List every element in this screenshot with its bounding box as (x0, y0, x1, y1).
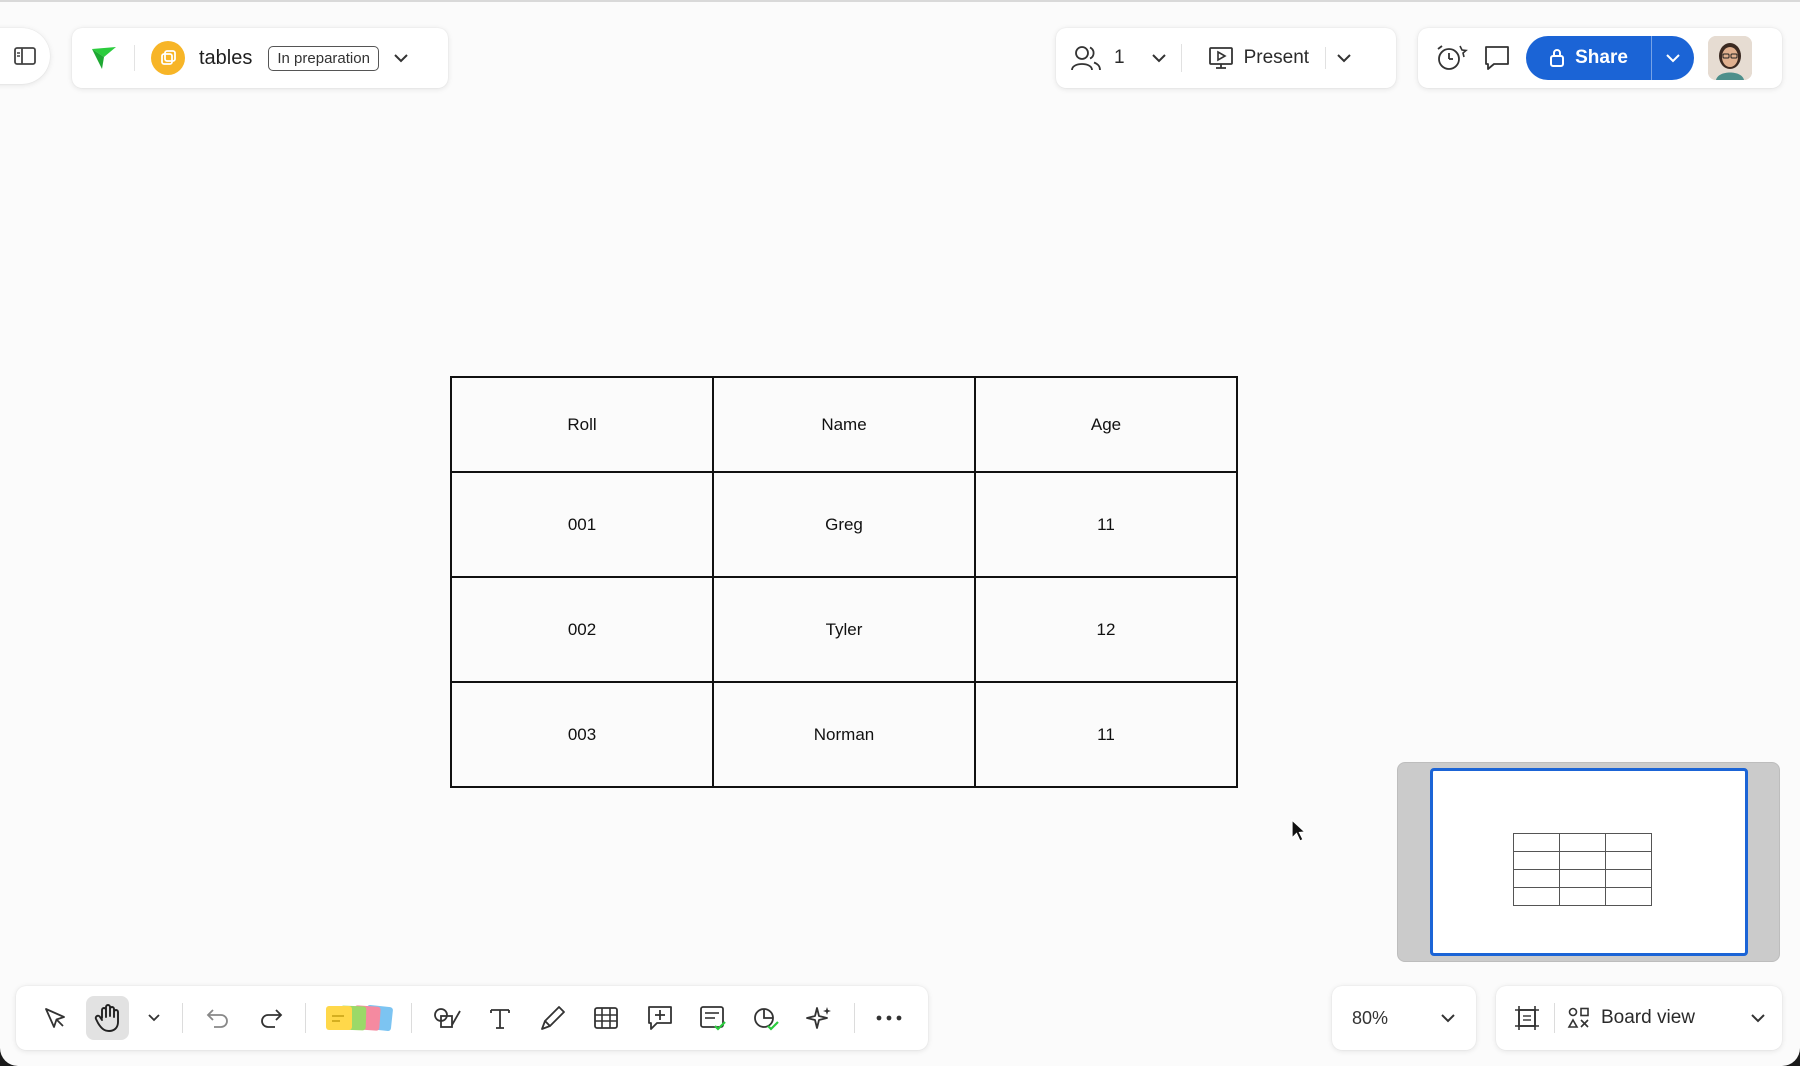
collaborators-button[interactable]: 1 (1070, 44, 1167, 72)
users-icon (1070, 44, 1102, 72)
board-header-panel: tables In preparation (72, 28, 448, 88)
ai-sparkle-icon[interactable] (798, 996, 841, 1040)
sidebar-toggle-button[interactable] (0, 28, 50, 84)
table-cell[interactable]: Norman (712, 681, 976, 788)
minimap-viewport[interactable] (1430, 768, 1748, 956)
user-avatar[interactable] (1708, 36, 1752, 80)
share-label: Share (1575, 47, 1628, 68)
present-icon (1208, 46, 1234, 70)
zoom-level: 80% (1352, 1007, 1389, 1028)
divider (181, 1003, 183, 1033)
divider (305, 1003, 307, 1033)
divider (134, 45, 135, 71)
zoom-panel[interactable]: 80% (1332, 986, 1476, 1050)
chevron-down-icon (1151, 53, 1167, 63)
lock-icon (1549, 48, 1565, 68)
canvas-table[interactable]: Roll Name Age 001 Greg 11 002 Tyler 12 0… (450, 376, 1238, 788)
table-cell[interactable]: 11 (974, 681, 1238, 788)
share-main[interactable]: Share (1526, 36, 1652, 80)
table-cell[interactable]: 12 (974, 576, 1238, 683)
app-logo-icon[interactable] (90, 45, 118, 71)
minimap-table-preview (1513, 833, 1652, 906)
table-icon[interactable] (585, 996, 628, 1040)
table-cell[interactable]: Greg (712, 471, 976, 578)
present-label: Present (1243, 47, 1310, 68)
table-header-row: Roll Name Age (450, 376, 1238, 473)
table-cell[interactable]: 003 (450, 681, 714, 788)
collaboration-panel: 1 Present (1056, 28, 1396, 88)
table-header-cell[interactable]: Roll (450, 376, 714, 473)
sticky-notes-icon[interactable] (319, 996, 398, 1040)
table-header-cell[interactable]: Name (712, 376, 976, 473)
divider (1554, 1003, 1555, 1033)
comments-icon[interactable] (1482, 44, 1512, 72)
table-row: 002 Tyler 12 (450, 576, 1238, 683)
board-view-button[interactable]: Board view (1567, 1006, 1750, 1030)
table-header-cell[interactable]: Age (974, 376, 1238, 473)
table-row: 001 Greg 11 (450, 471, 1238, 578)
present-options-chevron-icon[interactable] (1336, 53, 1352, 63)
divider (410, 1003, 412, 1033)
diagram-icon[interactable] (744, 996, 787, 1040)
table-cell[interactable]: 002 (450, 576, 714, 683)
chevron-down-icon (1440, 1013, 1456, 1023)
share-options-chevron-icon[interactable] (1652, 36, 1694, 80)
chevron-down-icon[interactable] (1750, 1013, 1766, 1023)
pen-icon[interactable] (531, 996, 574, 1040)
bottom-toolbar (16, 986, 928, 1050)
mouse-cursor-icon (1290, 818, 1308, 844)
more-icon[interactable] (868, 996, 911, 1040)
select-tool-icon[interactable] (33, 996, 76, 1040)
board-name[interactable]: tables (199, 47, 252, 70)
card-icon[interactable] (691, 996, 734, 1040)
status-badge[interactable]: In preparation (268, 45, 379, 71)
right-header-panel: Share (1418, 28, 1782, 88)
divider (853, 1003, 855, 1033)
comment-add-icon[interactable] (638, 996, 681, 1040)
share-button[interactable]: Share (1526, 36, 1694, 80)
divider (1325, 47, 1327, 69)
user-count: 1 (1114, 47, 1125, 68)
table-cell[interactable]: 11 (974, 471, 1238, 578)
divider (1180, 44, 1182, 72)
present-button[interactable]: Present (1208, 46, 1309, 70)
tools-dropdown-chevron-icon[interactable] (139, 996, 168, 1040)
view-panel: Board view (1496, 986, 1782, 1050)
board-icon[interactable] (151, 41, 185, 75)
app-window: tables In preparation 1 Present Share Ro… (0, 0, 1800, 1066)
hand-tool-icon[interactable] (86, 996, 130, 1040)
timer-icon[interactable] (1434, 43, 1468, 73)
table-cell[interactable]: 001 (450, 471, 714, 578)
table-row: 003 Norman 11 (450, 681, 1238, 788)
undo-icon[interactable] (196, 996, 239, 1040)
text-icon[interactable] (478, 996, 521, 1040)
table-cell[interactable]: Tyler (712, 576, 976, 683)
redo-icon[interactable] (249, 996, 292, 1040)
fit-to-frame-icon[interactable] (1512, 1003, 1542, 1033)
shapes-icon[interactable] (425, 996, 468, 1040)
board-view-icon (1567, 1006, 1591, 1030)
sidebar-icon (14, 47, 36, 65)
chevron-down-icon[interactable] (393, 53, 409, 63)
minimap[interactable] (1397, 762, 1780, 962)
board-view-label: Board view (1601, 1007, 1695, 1028)
